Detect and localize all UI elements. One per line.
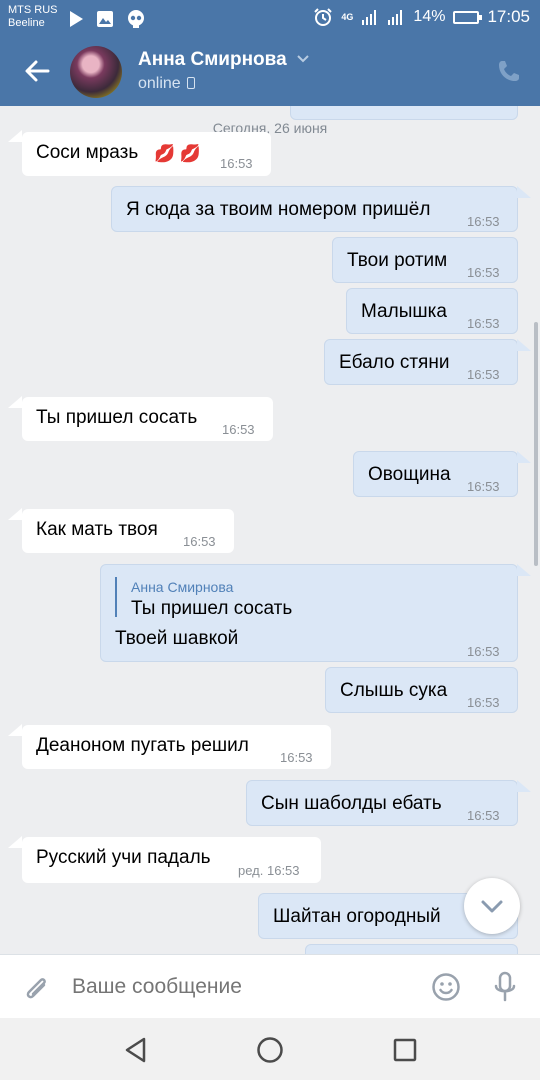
message-time: 16:53: [222, 422, 255, 437]
nav-back-icon[interactable]: [122, 1036, 150, 1064]
message-text: Овощина: [368, 464, 451, 485]
status-right: 4G 14% 17:05: [313, 7, 530, 27]
message-outgoing[interactable]: Малышка 16:53: [346, 288, 518, 334]
bubble-tail: [517, 186, 531, 198]
alarm-icon: [314, 8, 333, 26]
bubble-tail: [8, 508, 22, 520]
message-list[interactable]: Сегодня, 26 июня Соси мразь 💋 💋 16:53 Я …: [0, 106, 540, 954]
paperclip-icon[interactable]: [22, 973, 52, 1005]
message-incoming[interactable]: Русский учи падаль ред. 16:53: [22, 837, 321, 883]
message-text: Как мать твоя: [36, 519, 158, 540]
message-time: 16:53: [467, 265, 500, 280]
message-text: Малышка: [361, 301, 447, 322]
message-text: Твоей шавкой: [115, 628, 239, 649]
notification-icons: [68, 9, 146, 29]
bubble-tail: [517, 564, 531, 576]
message-incoming[interactable]: Деаноном пугать решил 16:53: [22, 725, 331, 769]
message-time: 16:53: [467, 808, 500, 823]
carrier-2: Beeline: [8, 17, 45, 29]
message-incoming[interactable]: Ты пришел сосать 16:53: [22, 397, 273, 441]
message-time: 16:53: [467, 316, 500, 331]
message-text: Деаноном пугать решил: [36, 735, 249, 756]
reply-text: Ты пришел сосать: [131, 598, 293, 619]
message-outgoing[interactable]: Твои ротим 16:53: [332, 237, 518, 283]
skull-icon: [128, 10, 144, 28]
message-text: Сын шаболды ебать: [261, 793, 442, 814]
bubble-tail: [517, 780, 531, 792]
back-arrow-icon[interactable]: [22, 56, 52, 86]
message-outgoing[interactable]: Овощина 16:53: [353, 451, 518, 497]
kiss-icon: 💋 💋: [154, 144, 202, 163]
avatar[interactable]: [70, 46, 122, 98]
nav-recent-icon[interactable]: [393, 1038, 417, 1062]
status-text: online: [138, 75, 181, 92]
message-time: 16:53: [467, 367, 500, 382]
message-text: Я сюда за твоим номером пришёл: [126, 199, 431, 220]
smile-icon[interactable]: [431, 972, 461, 1002]
clock: 17:05: [487, 7, 530, 26]
message-bubble-partial[interactable]: [290, 106, 518, 120]
message-incoming[interactable]: Соси мразь 💋 💋 16:53: [22, 132, 271, 176]
scroll-down-button[interactable]: [464, 878, 520, 934]
carrier-1: MTS RUS: [8, 4, 58, 16]
message-outgoing-reply[interactable]: Анна Смирнова Ты пришел сосать Твоей шав…: [100, 564, 518, 662]
phone-icon: [186, 77, 195, 89]
bubble-tail: [517, 451, 531, 463]
bubble-tail: [517, 339, 531, 351]
message-incoming[interactable]: Как мать твоя 16:53: [22, 509, 234, 553]
network-type: 4G: [341, 12, 354, 22]
message-outgoing[interactable]: Слышь сука 16:53: [325, 667, 518, 713]
message-text: Соси мразь: [36, 142, 139, 163]
bubble-tail: [8, 836, 22, 848]
mic-icon[interactable]: [493, 971, 517, 1003]
reply-bar: [115, 577, 117, 617]
message-text: Слышь сука: [340, 680, 448, 701]
bubble-tail: [8, 396, 22, 408]
nav-home-icon[interactable]: [256, 1036, 284, 1064]
call-icon[interactable]: [496, 58, 522, 84]
contact-name[interactable]: Анна Смирнова: [138, 49, 287, 71]
contact-status: online: [138, 75, 195, 93]
chevron-down-icon[interactable]: [296, 54, 310, 64]
message-text: Шайтан огородный: [273, 906, 441, 927]
message-time: ред. 16:53: [238, 863, 300, 878]
carrier-info: MTS RUS Beeline: [8, 4, 58, 30]
message-text: Ты пришел сосать: [36, 407, 198, 428]
signal-icon-2: [388, 10, 403, 25]
message-text: Ебало стяни: [339, 352, 450, 373]
message-outgoing-partial[interactable]: [305, 944, 518, 954]
message-time: 16:53: [467, 695, 500, 710]
status-bar: MTS RUS Beeline 4G 14% 17:05: [0, 0, 540, 36]
message-time: 16:53: [467, 214, 500, 229]
message-text: Русский учи падаль: [36, 847, 211, 868]
scrollbar[interactable]: [534, 322, 538, 566]
message-outgoing[interactable]: Ебало стяни 16:53: [324, 339, 518, 385]
scroll-down-icon: [481, 900, 503, 913]
message-time: 16:53: [467, 644, 500, 659]
message-time: 16:53: [220, 156, 253, 171]
battery-percent: 14%: [413, 8, 446, 25]
message-outgoing[interactable]: Я сюда за твоим номером пришёл 16:53: [111, 186, 518, 232]
signal-icon: [362, 10, 377, 25]
chat-header: Анна Смирнова online: [0, 36, 540, 106]
message-time: 16:53: [467, 479, 500, 494]
system-nav-bar: [0, 1018, 540, 1080]
bubble-tail: [8, 130, 22, 142]
message-outgoing[interactable]: Сын шаболды ебать 16:53: [246, 780, 518, 826]
message-input[interactable]: [72, 973, 412, 1001]
message-text: Твои ротим: [347, 250, 448, 271]
bubble-tail: [8, 724, 22, 736]
composer: [0, 954, 540, 1018]
image-icon: [97, 11, 113, 27]
message-time: 16:53: [183, 534, 216, 549]
play-icon: [70, 11, 83, 27]
message-time: 16:53: [280, 750, 313, 765]
battery-icon: [453, 10, 483, 24]
reply-author[interactable]: Анна Смирнова: [131, 576, 233, 598]
